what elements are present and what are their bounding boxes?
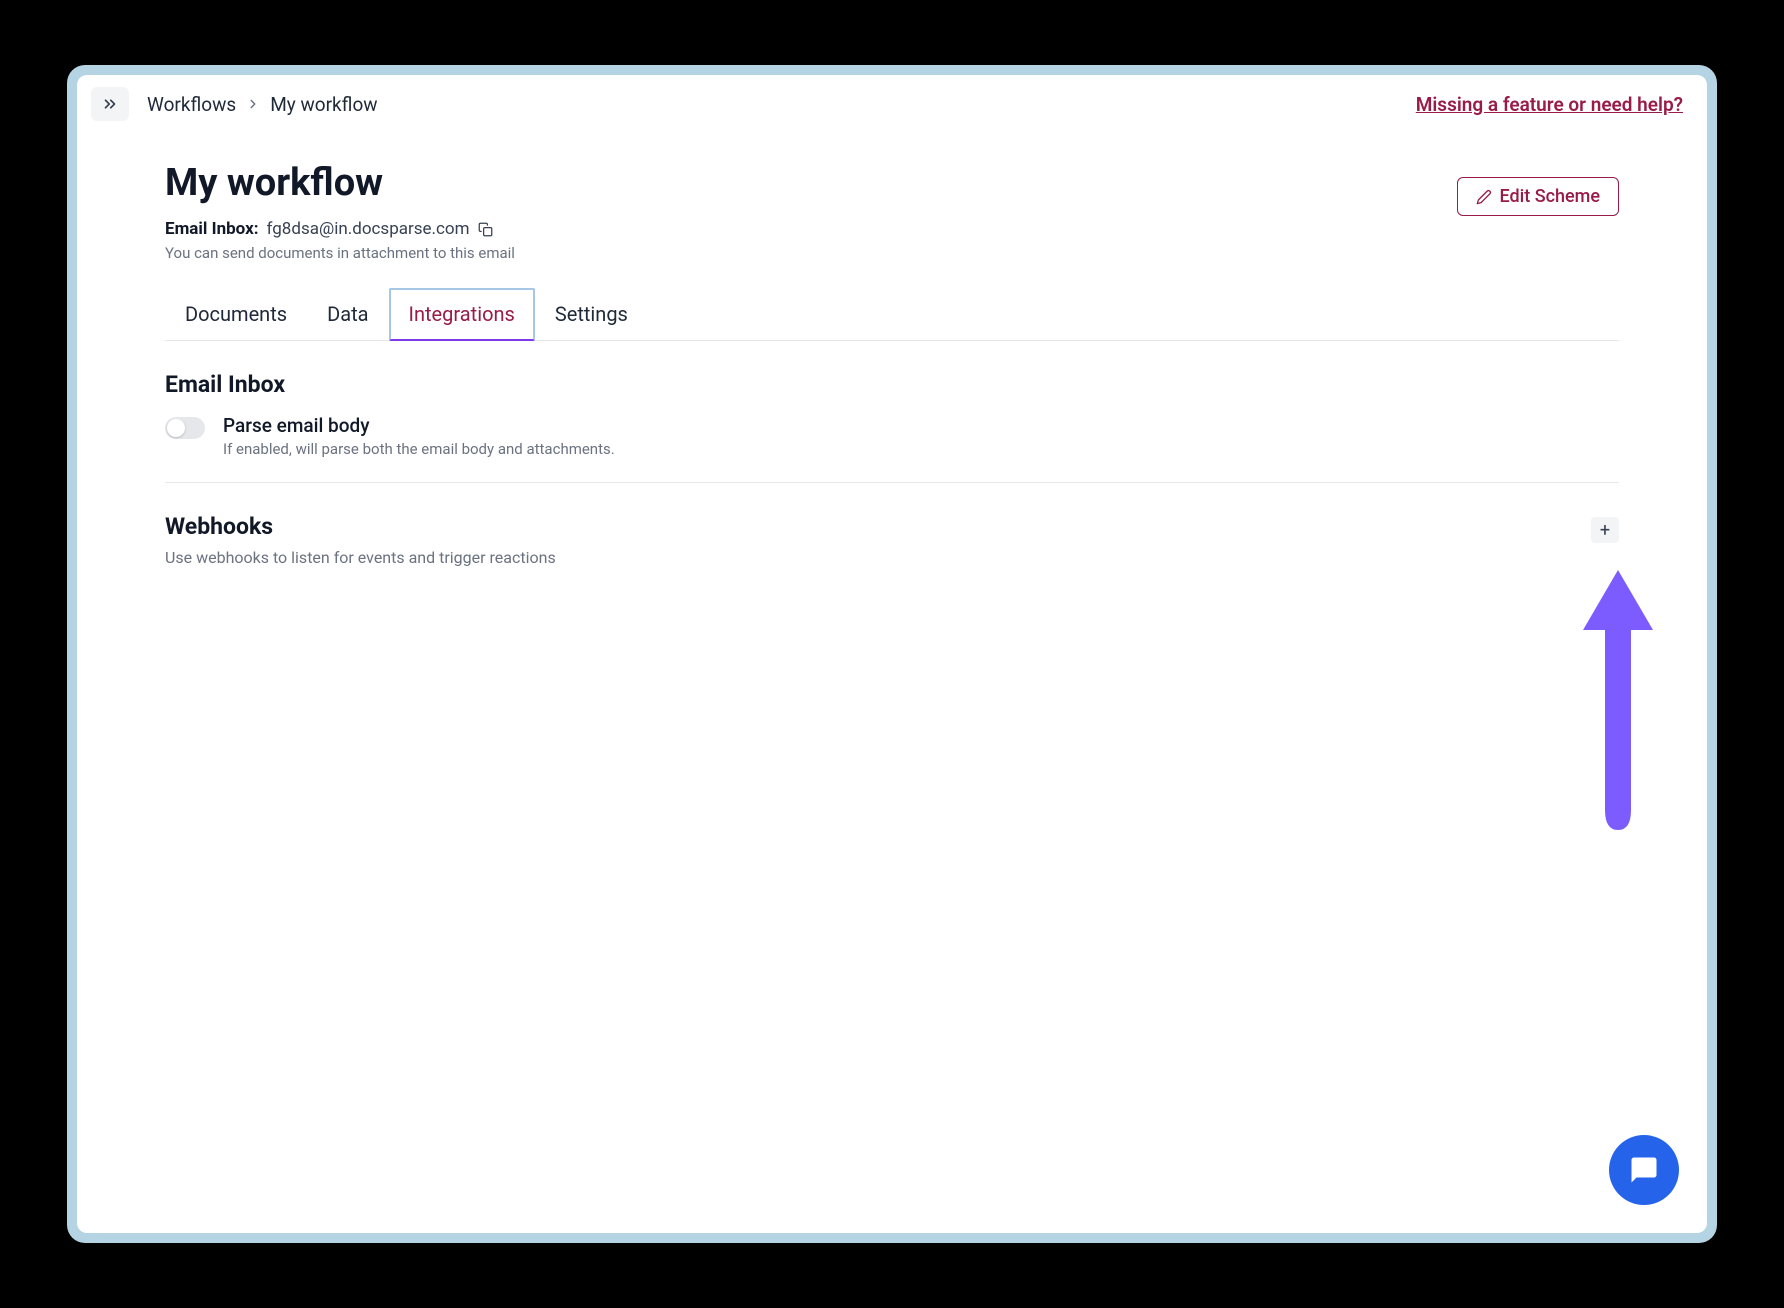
email-inbox-section-title: Email Inbox — [165, 371, 1619, 398]
chat-icon — [1629, 1155, 1659, 1185]
parse-email-desc: If enabled, will parse both the email bo… — [223, 440, 1619, 458]
edit-scheme-label: Edit Scheme — [1500, 186, 1600, 207]
webhooks-section-title: Webhooks — [165, 513, 556, 540]
tabs: Documents Data Integrations Settings — [165, 288, 1619, 341]
email-inbox-hint: You can send documents in attachment to … — [165, 244, 515, 262]
webhooks-section-desc: Use webhooks to listen for events and tr… — [165, 548, 556, 567]
expand-sidebar-button[interactable] — [91, 87, 129, 121]
chevron-right-icon — [246, 93, 260, 116]
breadcrumb-current: My workflow — [270, 93, 377, 116]
page-title: My workflow — [165, 161, 515, 205]
help-link[interactable]: Missing a feature or need help? — [1416, 93, 1683, 116]
edit-scheme-button[interactable]: Edit Scheme — [1457, 177, 1619, 216]
email-inbox-section: Email Inbox Parse email body If enabled,… — [165, 371, 1619, 483]
toggle-knob — [167, 419, 185, 437]
webhooks-section: Webhooks Use webhooks to listen for even… — [165, 513, 1619, 591]
parse-email-label: Parse email body — [223, 414, 1619, 437]
topbar: Workflows My workflow Missing a feature … — [77, 75, 1707, 133]
chat-widget-button[interactable] — [1609, 1135, 1679, 1205]
pencil-icon — [1476, 189, 1492, 205]
email-inbox-label: Email Inbox: — [165, 219, 259, 239]
plus-icon: + — [1600, 520, 1610, 541]
tab-data[interactable]: Data — [307, 288, 388, 340]
tab-integrations[interactable]: Integrations — [389, 288, 535, 341]
add-webhook-button[interactable]: + — [1591, 517, 1619, 543]
breadcrumb-parent[interactable]: Workflows — [147, 93, 236, 116]
email-inbox-value: fg8dsa@in.docsparse.com — [267, 219, 470, 239]
copy-icon — [478, 222, 493, 237]
tab-settings[interactable]: Settings — [535, 288, 648, 340]
copy-button[interactable] — [478, 222, 493, 237]
breadcrumb: Workflows My workflow — [147, 93, 378, 116]
chevron-double-right-icon — [101, 95, 119, 113]
tab-documents[interactable]: Documents — [165, 288, 307, 340]
annotation-arrow — [1573, 560, 1663, 840]
parse-email-toggle[interactable] — [165, 417, 205, 439]
